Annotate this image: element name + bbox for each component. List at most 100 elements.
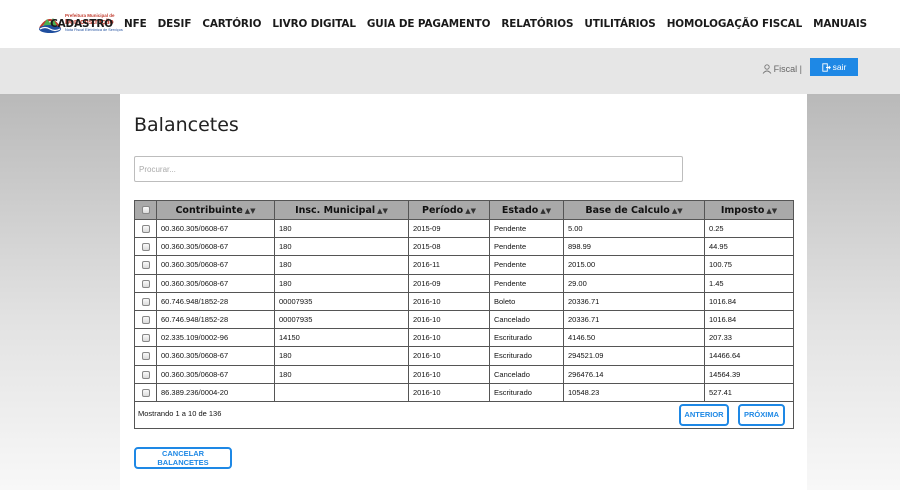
cell-estado: Pendente: [489, 237, 564, 257]
cell-estado: Pendente: [489, 218, 564, 239]
cell-estado: Boleto: [489, 291, 564, 311]
cell-estado: Pendente: [489, 273, 564, 293]
column-label: Estado: [501, 204, 539, 216]
table-header-row: Contribuinte ▲▼ Insc. Municipal ▲▼ Período…: [134, 200, 794, 220]
nav-item-homologacao-fiscal[interactable]: HOMOLOGAÇÃO FISCAL: [667, 18, 803, 30]
cell-base-de-calculo: 296476.14: [563, 364, 705, 384]
cell-imposto: 1.45: [704, 273, 794, 293]
row-select-cell: [134, 237, 157, 257]
main-nav: CADASTRO NFE DESIF CARTÓRIO LIVRO DIGITA…: [39, 18, 867, 30]
sort-icon: ▲▼: [671, 206, 683, 215]
table-row[interactable]: 00.360.305/0608-67 180 2016-09 Pendente …: [134, 273, 794, 293]
previous-page-button[interactable]: ANTERIOR: [679, 403, 729, 426]
cell-imposto: 527.41: [704, 382, 794, 402]
column-label: Período: [422, 204, 464, 216]
cell-contribuinte: 60.746.948/1852-28: [156, 309, 275, 330]
nav-item-livro-digital[interactable]: LIVRO DIGITAL: [272, 18, 356, 30]
cell-imposto: 44.95: [704, 237, 794, 257]
select-all-header[interactable]: [134, 200, 157, 220]
table-row[interactable]: 60.746.948/1852-28 00007935 2016-10 Canc…: [134, 309, 794, 330]
cell-imposto: 0.25: [704, 218, 794, 239]
user-info[interactable]: Fiscal |: [762, 64, 802, 74]
cell-periodo: 2016-10: [408, 382, 490, 402]
table-row[interactable]: 00.360.305/0608-67 180 2015-08 Pendente …: [134, 237, 794, 257]
row-checkbox[interactable]: [141, 352, 150, 361]
sort-icon: ▲▼: [766, 206, 778, 215]
pagination-summary: Mostrando 1 a 10 de 136: [138, 408, 222, 418]
row-checkbox[interactable]: [141, 243, 150, 252]
row-select-cell: [134, 218, 157, 239]
row-checkbox[interactable]: [141, 334, 150, 343]
row-checkbox[interactable]: [141, 261, 150, 270]
sort-icon: ▲▼: [540, 206, 552, 215]
table-row[interactable]: 00.360.305/0608-67 180 2015-09 Pendente …: [134, 218, 794, 239]
select-all-checkbox[interactable]: [141, 206, 150, 214]
cell-estado: Escriturado: [489, 328, 564, 348]
cell-periodo: 2015-09: [408, 218, 490, 239]
cell-contribuinte: 02.335.109/0002-96: [156, 328, 275, 348]
cell-periodo: 2016-10: [408, 364, 490, 384]
cell-estado: Cancelado: [489, 364, 564, 384]
cell-contribuinte: 00.360.305/0608-67: [156, 273, 275, 293]
nav-item-utilitarios[interactable]: UTILITÁRIOS: [584, 18, 655, 30]
page-title: Balancetes: [134, 114, 239, 136]
cell-periodo: 2016-10: [408, 309, 490, 330]
nav-item-guia-de-pagamento[interactable]: GUIA DE PAGAMENTO: [367, 18, 491, 30]
nav-item-cartorio[interactable]: CARTÓRIO: [202, 18, 261, 30]
cell-base-de-calculo: 4146.50: [563, 328, 705, 348]
nav-item-desif[interactable]: DESIF: [158, 18, 192, 30]
row-select-cell: [134, 273, 157, 293]
table-row[interactable]: 02.335.109/0002-96 14150 2016-10 Escritu…: [134, 328, 794, 348]
cell-imposto: 100.75: [704, 255, 794, 275]
nav-item-cadastro[interactable]: CADASTRO: [50, 18, 113, 30]
cell-periodo: 2015-08: [408, 237, 490, 257]
cell-insc-municipal: 180: [274, 346, 409, 366]
table-row[interactable]: 00.360.305/0608-67 180 2016-10 Cancelado…: [134, 364, 794, 384]
search-input[interactable]: [134, 156, 683, 182]
cancel-balancetes-button[interactable]: CANCELAR BALANCETES: [134, 447, 232, 469]
balancetes-table: Contribuinte ▲▼ Insc. Municipal ▲▼ Período…: [134, 200, 794, 429]
next-page-button[interactable]: PRÓXIMA: [738, 403, 785, 426]
cell-periodo: 2016-10: [408, 328, 490, 348]
nav-item-manuais[interactable]: MANUAIS: [813, 18, 867, 30]
column-label: Imposto: [720, 204, 765, 216]
cell-insc-municipal: 180: [274, 255, 409, 275]
row-checkbox[interactable]: [141, 297, 150, 306]
cell-insc-municipal: 180: [274, 273, 409, 293]
table-row[interactable]: 00.360.305/0608-67 180 2016-11 Pendente …: [134, 255, 794, 275]
row-checkbox[interactable]: [141, 388, 150, 397]
nav-item-nfe[interactable]: NFE: [124, 18, 147, 30]
cell-insc-municipal: 14150: [274, 328, 409, 348]
cell-estado: Cancelado: [489, 309, 564, 330]
row-checkbox[interactable]: [141, 370, 150, 379]
nav-item-relatorios[interactable]: RELATÓRIOS: [501, 18, 573, 30]
column-header-estado[interactable]: Estado ▲▼: [489, 200, 564, 220]
sort-icon: ▲▼: [244, 206, 256, 215]
row-select-cell: [134, 328, 157, 348]
column-header-imposto[interactable]: Imposto ▲▼: [704, 200, 794, 220]
row-checkbox[interactable]: [141, 225, 150, 234]
row-checkbox[interactable]: [141, 316, 150, 325]
cell-base-de-calculo: 898.99: [563, 237, 705, 257]
cell-estado: Pendente: [489, 255, 564, 275]
cell-imposto: 1016.84: [704, 291, 794, 311]
column-header-insc-municipal[interactable]: Insc. Municipal ▲▼: [274, 200, 409, 220]
table-row[interactable]: 00.360.305/0608-67 180 2016-10 Escritura…: [134, 346, 794, 366]
user-label: Fiscal |: [773, 64, 802, 74]
column-header-base-de-calculo[interactable]: Base de Calculo ▲▼: [563, 200, 705, 220]
cell-base-de-calculo: 294521.09: [563, 346, 705, 366]
row-select-cell: [134, 364, 157, 384]
table-row[interactable]: 86.389.236/0004-20 2016-10 Escriturado 1…: [134, 382, 794, 402]
row-checkbox[interactable]: [141, 279, 150, 288]
column-header-periodo[interactable]: Período ▲▼: [408, 200, 490, 220]
cell-base-de-calculo: 5.00: [563, 218, 705, 239]
table-row[interactable]: 60.746.948/1852-28 00007935 2016-10 Bole…: [134, 291, 794, 311]
cell-base-de-calculo: 2015.00: [563, 255, 705, 275]
cell-base-de-calculo: 29.00: [563, 273, 705, 293]
cell-periodo: 2016-10: [408, 346, 490, 366]
cell-estado: Escriturado: [489, 382, 564, 402]
logout-button[interactable]: sair: [810, 58, 858, 76]
table-footer-row: Mostrando 1 a 10 de 136 ANTERIOR PRÓXIMA: [134, 400, 794, 429]
cell-imposto: 207.33: [704, 328, 794, 348]
column-header-contribuinte[interactable]: Contribuinte ▲▼: [156, 200, 275, 220]
